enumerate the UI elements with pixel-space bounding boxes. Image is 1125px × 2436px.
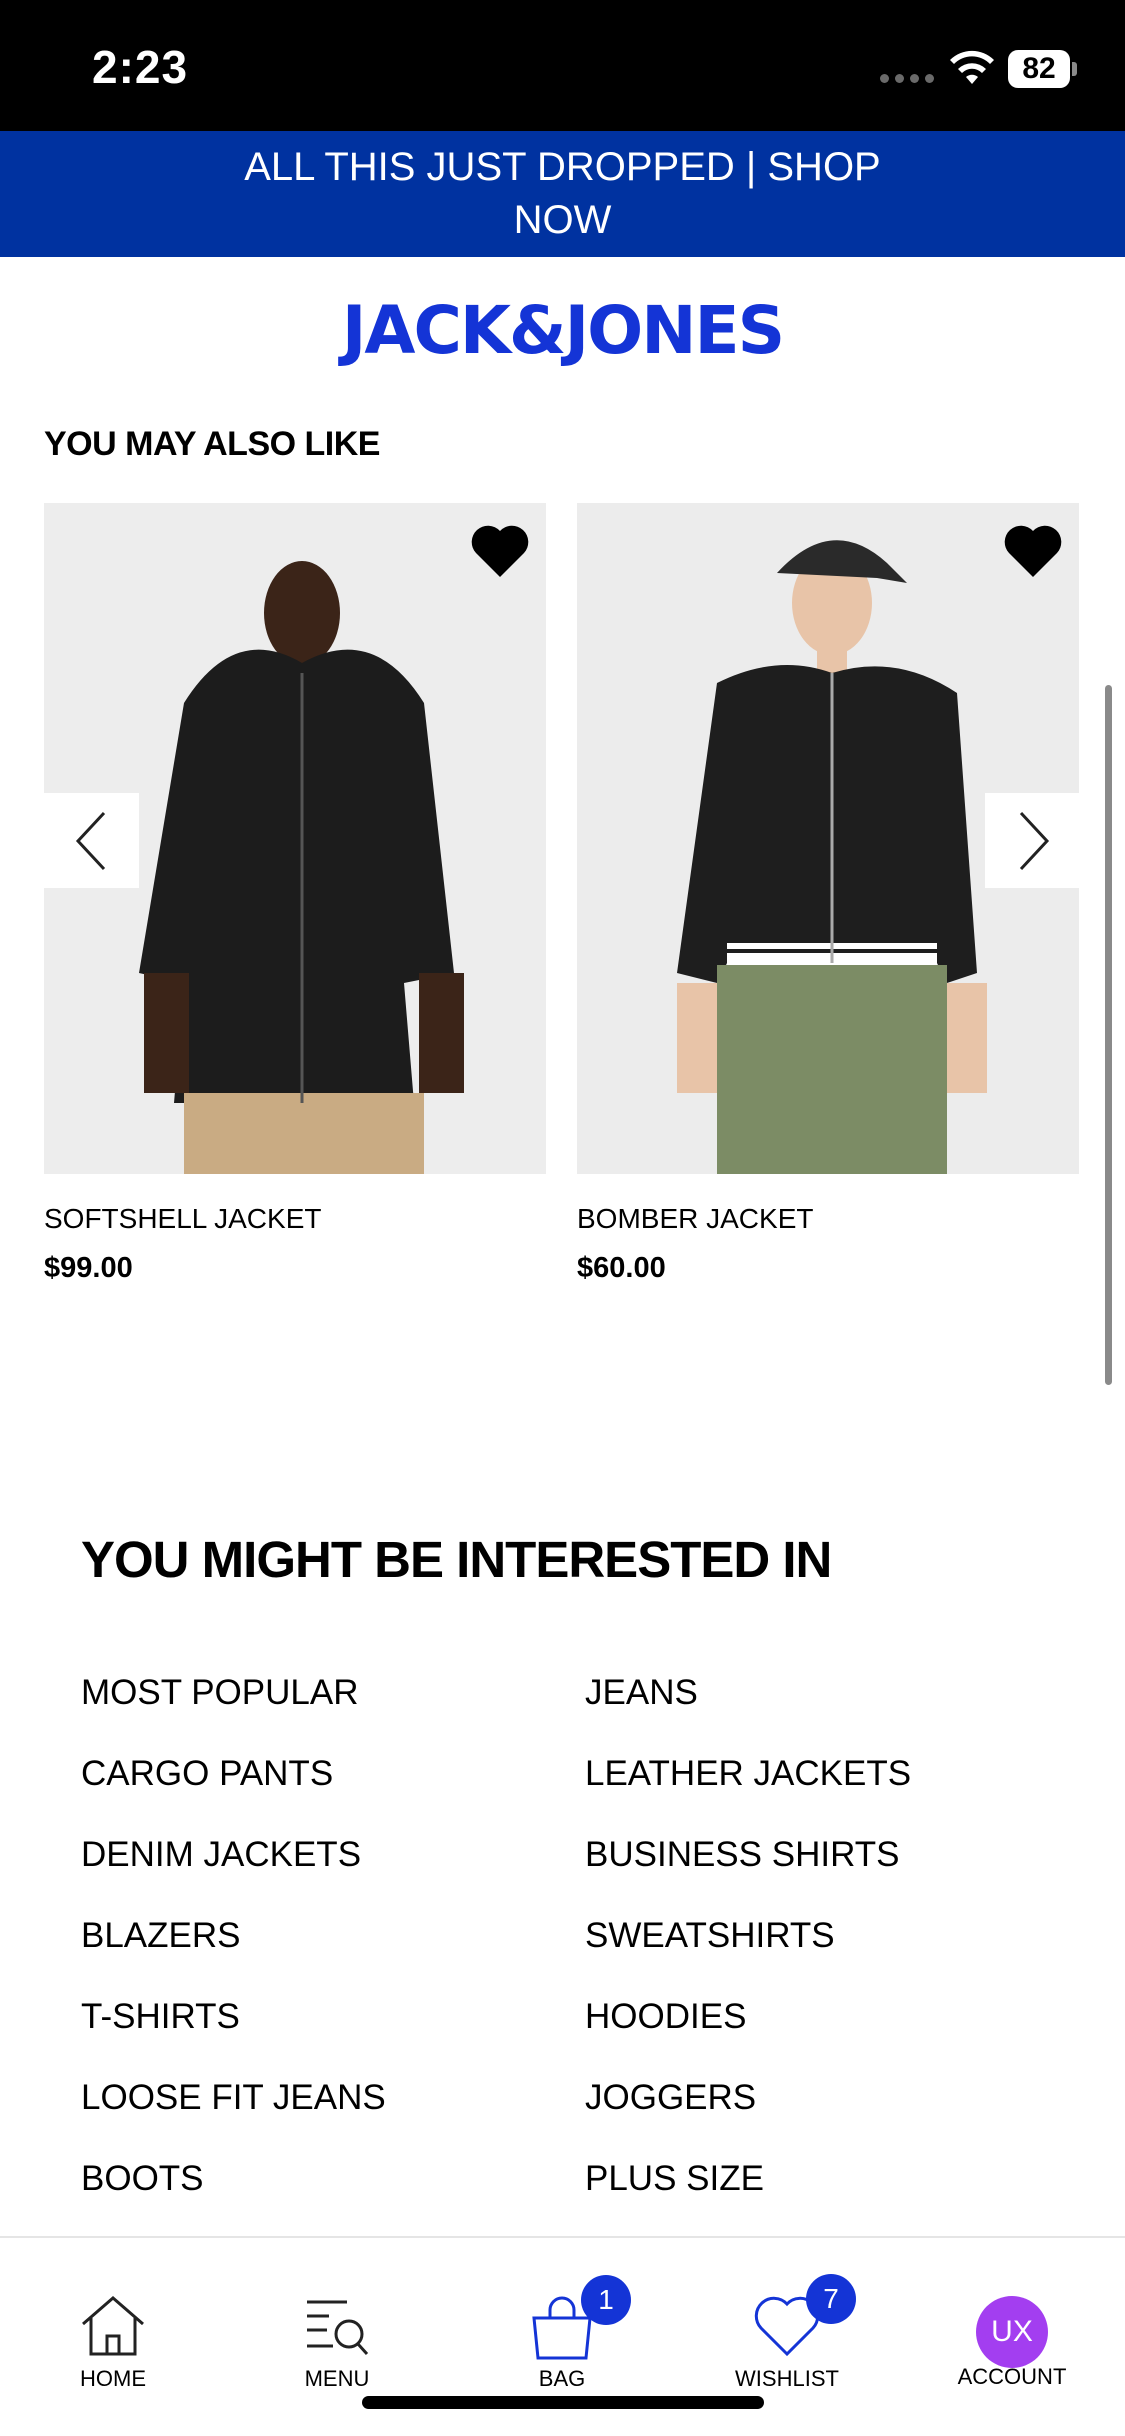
home-indicator[interactable] [362,2396,764,2409]
interest-link[interactable]: BUSINESS SHIRTS [585,1830,1081,1911]
interest-link[interactable]: HOODIES [585,1992,1081,2073]
brand-logo[interactable]: JACK&JONES [0,292,1125,369]
product-name[interactable]: SOFTSHELL JACKET [44,1202,546,1236]
cellular-signal-icon [880,74,934,83]
interest-link[interactable]: JEANS [585,1668,1081,1749]
battery-level: 82 [1008,50,1070,88]
menu-search-icon [307,2300,369,2356]
wishlist-count-badge: 7 [806,2274,856,2324]
wifi-icon [950,50,994,84]
wishlist-heart-icon[interactable] [1003,523,1063,579]
nav-wishlist-label: WISHLIST [735,2366,839,2391]
interest-link[interactable]: BLAZERS [81,1911,585,1992]
interest-link[interactable]: CARGO PANTS [81,1749,585,1830]
nav-home[interactable]: HOME [33,2238,193,2436]
status-time: 2:23 [92,41,189,93]
interest-link[interactable]: T-SHIRTS [81,1992,585,2073]
interest-link[interactable]: JOGGERS [585,2073,1081,2154]
scrollbar[interactable] [1105,685,1112,1385]
nav-menu-label: MENU [304,2366,370,2391]
recommendations-title: YOU MAY ALSO LIKE [44,425,380,463]
nav-account-label: ACCOUNT [957,2364,1067,2389]
carousel-prev-button[interactable] [44,793,139,888]
product-name[interactable]: BOMBER JACKET [577,1202,1079,1236]
carousel-next-button[interactable] [985,793,1080,888]
interest-link[interactable]: PLUS SIZE [585,2154,1081,2235]
chevron-left-icon [75,811,105,870]
nav-account[interactable]: UX ACCOUNT [932,2238,1092,2436]
interest-link[interactable]: BOOTS [81,2154,585,2235]
nav-home-label: HOME [80,2366,146,2391]
wishlist-heart-icon[interactable] [470,523,530,579]
interest-link[interactable]: MOST POPULAR [81,1668,585,1749]
status-bar: 2:23 82 [0,0,1125,131]
product-card[interactable]: BOMBER JACKET $60.00 [577,503,1079,1285]
account-avatar: UX [976,2296,1048,2368]
interest-link[interactable]: SWEATSHIRTS [585,1911,1081,1992]
product-price: $99.00 [44,1252,133,1284]
product-card[interactable]: SOFTSHELL JACKET $99.00 [44,503,546,1285]
product-price: $60.00 [577,1252,666,1284]
interest-link[interactable]: DENIM JACKETS [81,1830,585,1911]
interest-link[interactable]: LEATHER JACKETS [585,1749,1081,1830]
nav-bag-label: BAG [538,2366,586,2391]
chevron-right-icon [1019,811,1049,870]
home-icon [82,2296,144,2356]
interests-list: MOST POPULAR JEANS CARGO PANTS LEATHER J… [81,1668,1081,2235]
promo-banner[interactable]: ALL THIS JUST DROPPED | SHOP NOW [0,131,1125,257]
bag-count-badge: 1 [581,2275,631,2325]
promo-text: ALL THIS JUST DROPPED | SHOP NOW [244,145,881,242]
battery-tip [1072,62,1077,76]
interest-link[interactable]: LOOSE FIT JEANS [81,2073,585,2154]
interests-title: YOU MIGHT BE INTERESTED IN [81,1531,832,1588]
